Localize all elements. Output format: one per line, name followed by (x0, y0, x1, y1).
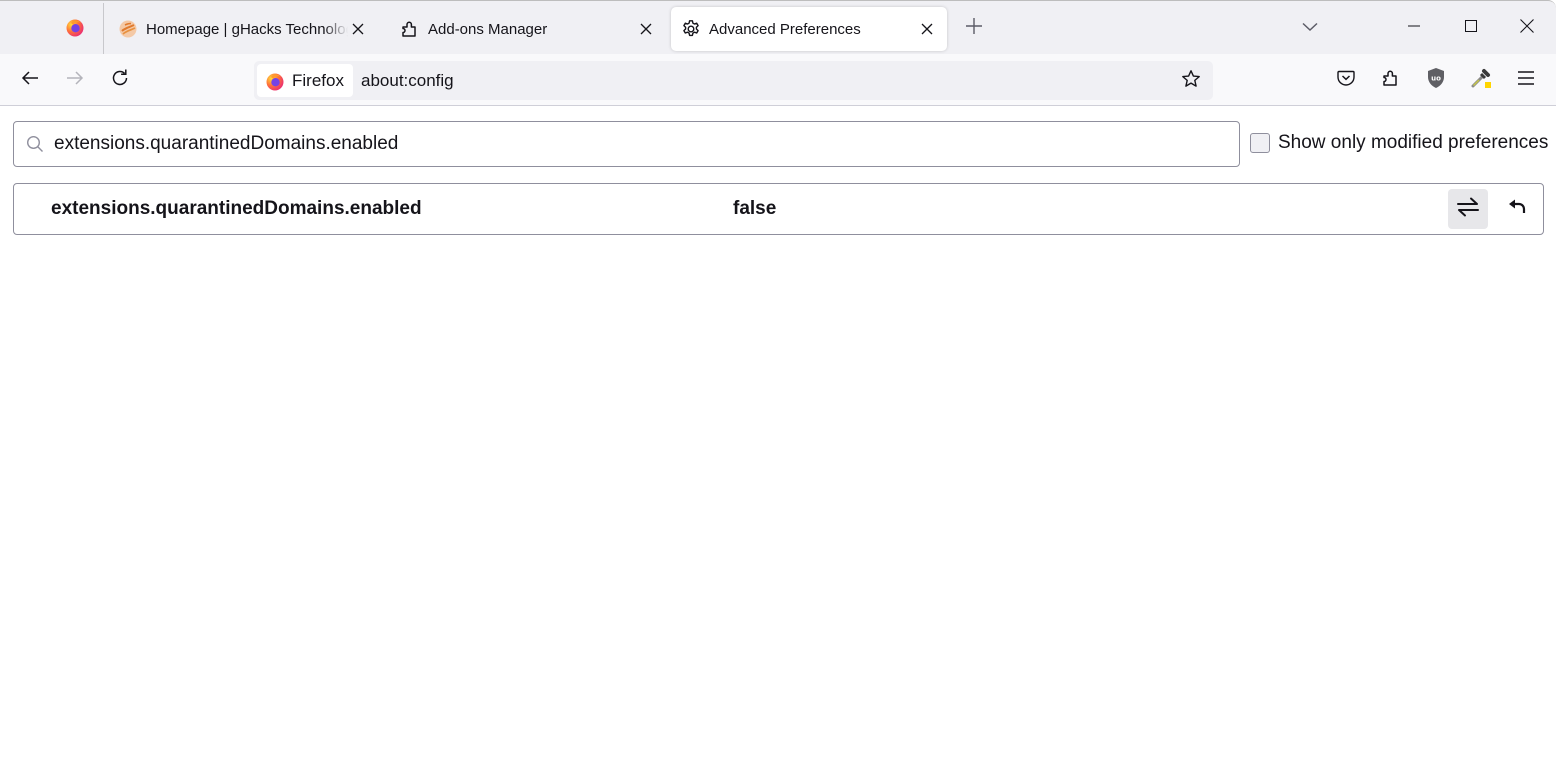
bookmark-button[interactable] (1177, 67, 1205, 95)
star-icon (1181, 69, 1201, 94)
toggle-button[interactable] (1448, 189, 1488, 229)
tab-title: Advanced Preferences (709, 20, 861, 38)
tab-title: Homepage | gHacks Technology News (146, 20, 348, 38)
back-button[interactable] (14, 64, 46, 96)
arrow-left-icon (21, 70, 39, 91)
minimize-button[interactable] (1386, 1, 1442, 55)
gear-icon (681, 19, 701, 39)
pocket-button[interactable] (1331, 65, 1361, 95)
tab-addons-manager[interactable]: Add-ons Manager (390, 7, 666, 51)
tab-ghacks[interactable]: Homepage | gHacks Technology News (108, 7, 378, 51)
app-menu-button[interactable] (1511, 65, 1541, 95)
close-tab-icon[interactable] (636, 19, 656, 39)
ublock-origin-button[interactable]: uo (1421, 65, 1451, 95)
forward-button[interactable] (59, 64, 91, 96)
svg-text:uo: uo (1431, 74, 1441, 82)
extensions-button[interactable] (1376, 65, 1406, 95)
reload-button[interactable] (104, 64, 136, 96)
ublock-origin-icon: uo (1426, 67, 1446, 94)
identity-box[interactable]: Firefox (257, 64, 353, 97)
navigation-toolbar: Firefox about:config uo (0, 54, 1556, 106)
reload-icon (110, 68, 130, 93)
show-modified-label: Show only modified preferences (1278, 132, 1549, 153)
chevron-down-icon (1302, 19, 1318, 37)
pocket-icon (1337, 70, 1355, 91)
toggle-arrows-icon (1457, 197, 1479, 222)
preference-value[interactable]: false (733, 184, 776, 234)
arrow-right-icon (66, 70, 84, 91)
extensions-icon (1381, 68, 1401, 93)
tab-advanced-preferences[interactable]: Advanced Preferences (671, 7, 947, 51)
firefox-logo-icon (265, 71, 285, 91)
url-text[interactable]: about:config (361, 61, 454, 100)
search-box[interactable] (13, 121, 1240, 167)
close-tab-icon[interactable] (917, 19, 937, 39)
table-row: extensions.quarantinedDomains.enabled fa… (14, 184, 1543, 234)
list-all-tabs-button[interactable] (1294, 12, 1326, 44)
preference-search-input[interactable] (54, 133, 1204, 155)
preferences-table: extensions.quarantinedDomains.enabled fa… (13, 183, 1544, 235)
tab-strip: Homepage | gHacks Technology News Add-on… (0, 0, 1556, 55)
tab-separator (103, 3, 104, 55)
menu-icon (1517, 70, 1535, 91)
new-tab-button[interactable] (958, 12, 990, 44)
color-picker-button[interactable] (1466, 65, 1496, 95)
maximize-icon (1465, 19, 1477, 37)
close-tab-icon[interactable] (348, 19, 368, 39)
close-icon (1520, 18, 1534, 38)
reset-button[interactable] (1498, 189, 1538, 229)
ghacks-favicon-icon (118, 19, 138, 39)
about-config-page: Show only modified preferences extension… (0, 106, 1556, 783)
tab-title: Add-ons Manager (428, 20, 548, 38)
show-modified-toggle[interactable]: Show only modified preferences (1250, 132, 1548, 154)
identity-label: Firefox (292, 70, 344, 90)
pinned-tab-firefox[interactable] (48, 7, 102, 51)
preference-name: extensions.quarantinedDomains.enabled (51, 198, 422, 219)
minimize-icon (1408, 19, 1420, 37)
maximize-button[interactable] (1443, 1, 1499, 55)
close-window-button[interactable] (1499, 1, 1555, 55)
url-bar[interactable]: Firefox about:config (254, 61, 1213, 100)
color-picker-icon (1470, 67, 1492, 94)
search-icon (26, 135, 44, 153)
puzzle-icon (400, 19, 420, 39)
undo-icon (1508, 199, 1528, 220)
firefox-logo-icon (65, 17, 85, 42)
plus-icon (965, 17, 983, 40)
show-modified-checkbox[interactable] (1250, 133, 1270, 153)
